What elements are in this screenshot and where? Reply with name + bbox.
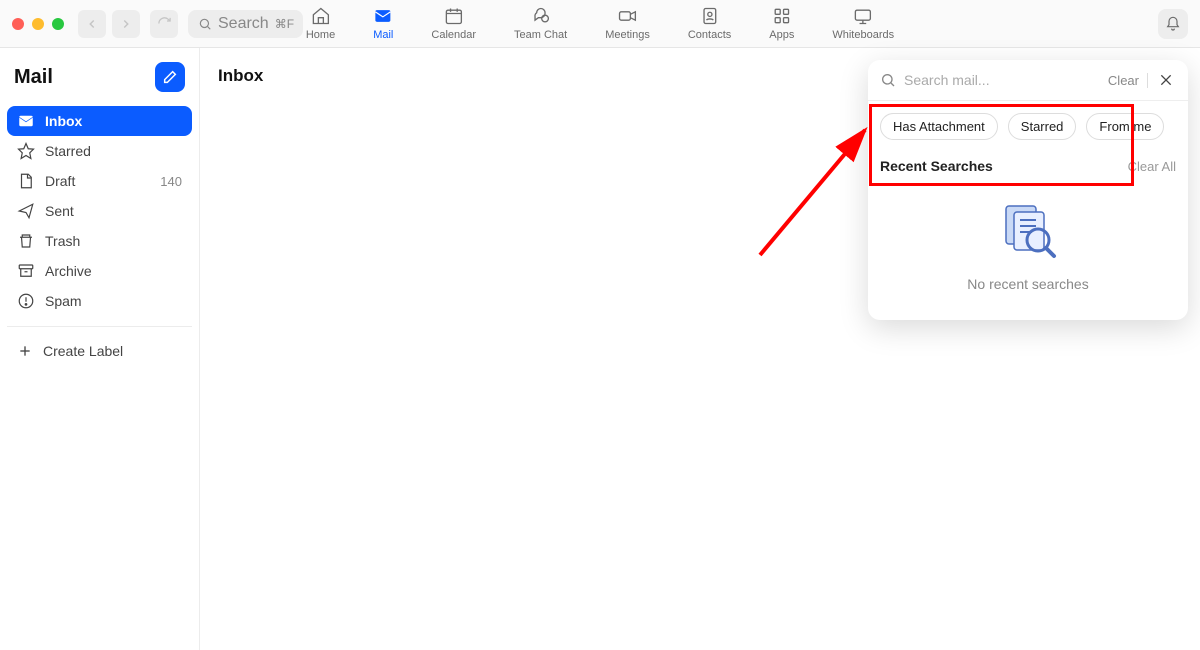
contacts-icon — [700, 6, 720, 26]
search-icon — [880, 72, 896, 88]
close-window-icon[interactable] — [12, 18, 24, 30]
empty-search-illustration-icon — [996, 200, 1060, 264]
recent-searches-title: Recent Searches — [880, 158, 993, 174]
search-icon — [198, 17, 212, 31]
clear-all-button[interactable]: Clear All — [1128, 159, 1176, 174]
video-icon — [618, 6, 638, 26]
folder-trash[interactable]: Trash — [7, 226, 192, 256]
folder-label: Draft — [45, 173, 75, 189]
folder-label: Trash — [45, 233, 80, 249]
folder-sent[interactable]: Sent — [7, 196, 192, 226]
apps-icon — [772, 6, 792, 26]
back-button[interactable] — [78, 10, 106, 38]
window-controls — [12, 18, 64, 30]
top-bar: Search ⌘F Home Mail Calendar Team Chat M… — [0, 0, 1200, 48]
draft-icon — [17, 172, 35, 190]
recent-searches-empty: No recent searches — [868, 182, 1188, 320]
nav-label: Home — [306, 29, 335, 41]
nav-contacts[interactable]: Contacts — [688, 6, 731, 41]
mail-search-panel: Clear Has Attachment Starred From me Rec… — [868, 60, 1188, 320]
global-search-placeholder: Search — [218, 15, 269, 33]
create-label-button[interactable]: Create Label — [0, 337, 199, 365]
nav-home[interactable]: Home — [306, 6, 335, 41]
sidebar: Mail Inbox Starred Draft 140 Sent — [0, 48, 200, 650]
create-label-text: Create Label — [43, 343, 123, 359]
filter-starred[interactable]: Starred — [1008, 113, 1077, 140]
sent-icon — [17, 202, 35, 220]
mail-icon — [373, 6, 393, 26]
close-icon — [1158, 72, 1174, 88]
nav-label: Meetings — [605, 29, 650, 41]
nav-label: Team Chat — [514, 29, 567, 41]
nav-label: Contacts — [688, 29, 731, 41]
whiteboard-icon — [853, 6, 873, 26]
nav-label: Mail — [373, 29, 393, 41]
plus-icon — [17, 343, 33, 359]
star-icon — [17, 142, 35, 160]
empty-search-message: No recent searches — [967, 276, 1088, 292]
top-nav: Home Mail Calendar Team Chat Meetings Co… — [306, 6, 894, 41]
nav-label: Calendar — [431, 29, 476, 41]
compose-button[interactable] — [155, 62, 185, 92]
folder-spam[interactable]: Spam — [7, 286, 192, 316]
bell-icon — [1165, 16, 1181, 32]
nav-label: Whiteboards — [832, 29, 894, 41]
folder-label: Starred — [45, 143, 91, 159]
nav-calendar[interactable]: Calendar — [431, 6, 476, 41]
search-close-button[interactable] — [1156, 70, 1176, 90]
folder-inbox[interactable]: Inbox — [7, 106, 192, 136]
chat-icon — [531, 6, 551, 26]
folder-starred[interactable]: Starred — [7, 136, 192, 166]
folder-label: Inbox — [45, 113, 82, 129]
nav-meetings[interactable]: Meetings — [605, 6, 650, 41]
divider — [7, 326, 192, 327]
archive-icon — [17, 262, 35, 280]
pencil-icon — [162, 69, 178, 85]
filter-has-attachment[interactable]: Has Attachment — [880, 113, 998, 140]
minimize-window-icon[interactable] — [32, 18, 44, 30]
history-nav — [78, 10, 140, 38]
nav-label: Apps — [769, 29, 794, 41]
forward-button[interactable] — [112, 10, 140, 38]
global-search-shortcut: ⌘F — [275, 17, 294, 31]
global-search[interactable]: Search ⌘F — [188, 10, 303, 38]
folder-label: Spam — [45, 293, 82, 309]
maximize-window-icon[interactable] — [52, 18, 64, 30]
folder-draft[interactable]: Draft 140 — [7, 166, 192, 196]
draft-count: 140 — [160, 174, 182, 189]
nav-whiteboards[interactable]: Whiteboards — [832, 6, 894, 41]
filter-from-me[interactable]: From me — [1086, 113, 1164, 140]
search-clear-button[interactable]: Clear — [1108, 73, 1148, 88]
notifications-button[interactable] — [1158, 9, 1188, 39]
refresh-button[interactable] — [150, 10, 178, 38]
mail-search-input[interactable] — [904, 72, 1100, 88]
folder-label: Sent — [45, 203, 74, 219]
home-icon — [311, 6, 331, 26]
inbox-icon — [17, 112, 35, 130]
nav-mail[interactable]: Mail — [373, 6, 393, 41]
nav-team-chat[interactable]: Team Chat — [514, 6, 567, 41]
search-filters: Has Attachment Starred From me — [868, 101, 1188, 152]
spam-icon — [17, 292, 35, 310]
sidebar-title: Mail — [14, 66, 53, 89]
nav-apps[interactable]: Apps — [769, 6, 794, 41]
folder-label: Archive — [45, 263, 92, 279]
calendar-icon — [444, 6, 464, 26]
trash-icon — [17, 232, 35, 250]
folder-archive[interactable]: Archive — [7, 256, 192, 286]
